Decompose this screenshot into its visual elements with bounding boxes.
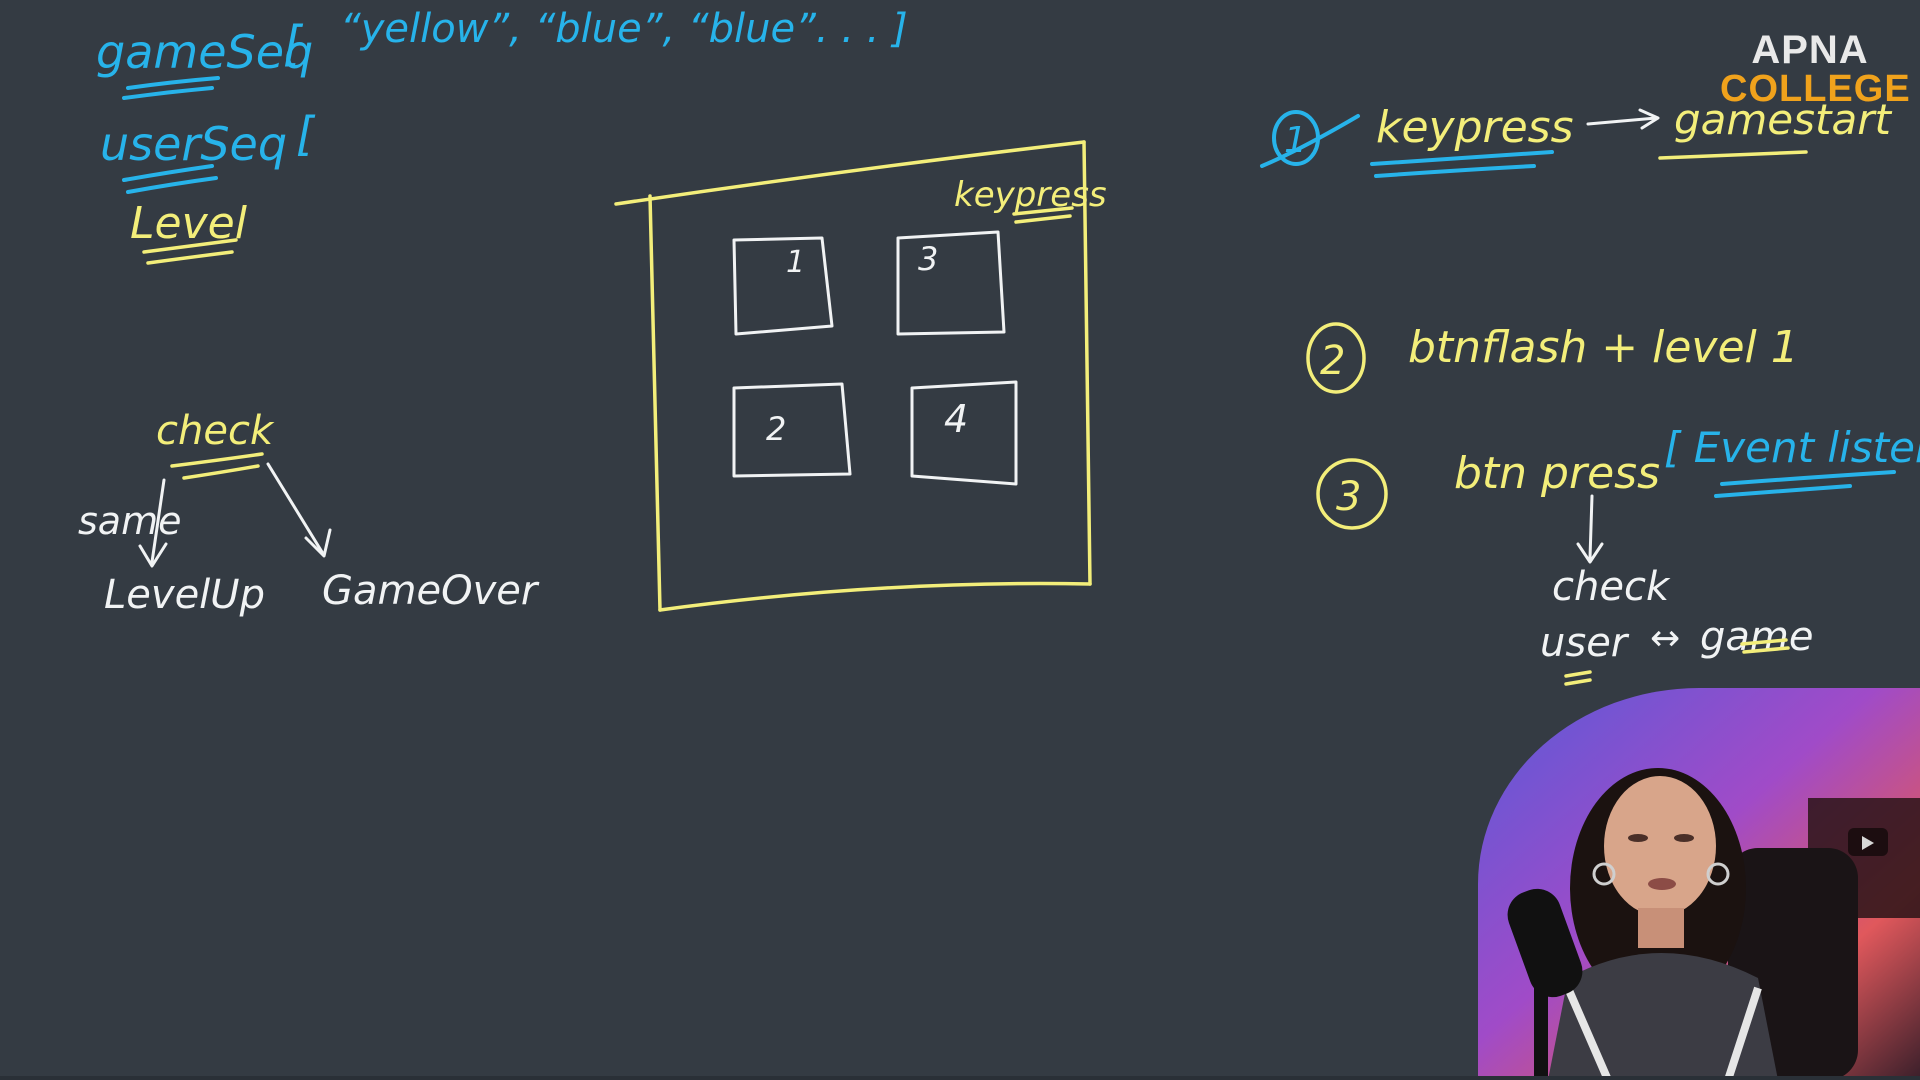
step2-number: 2: [1320, 338, 1345, 384]
game-button-1-label: 1: [786, 245, 805, 280]
step3-game: game: [1700, 614, 1813, 660]
user-seq-underline-2: [126, 176, 218, 194]
game-seq-underline: [126, 76, 220, 90]
flow-gameover-label: GameOver: [322, 568, 540, 614]
game-box-keypress-underline-2: [1014, 214, 1072, 224]
flow-check-underline: [170, 452, 264, 468]
game-seq-label: gameSeq: [96, 25, 313, 79]
game-button-3-label: 3: [918, 240, 938, 278]
flow-check-label: check: [156, 408, 275, 454]
step3-text: btn press: [1454, 448, 1660, 499]
step3-event-underline-2: [1714, 484, 1852, 498]
step1-keypress: keypress: [1376, 102, 1574, 153]
flow-check-underline-2: [182, 464, 260, 480]
presenter-webcam-icon: [1478, 688, 1920, 1080]
game-button-4-label: 4: [944, 397, 968, 441]
game-button-2-label: 2: [766, 410, 786, 448]
game-box-bottom-edge: [658, 581, 1092, 612]
step2-text: btnflash + level 1: [1408, 322, 1799, 373]
step1-gamestart-underline: [1658, 150, 1808, 160]
flow-same-label: same: [78, 499, 181, 543]
game-button-3: [896, 230, 1006, 336]
logo-line-2: COLLEGE: [1720, 68, 1911, 110]
presenter-webcam: [1478, 688, 1920, 1080]
flow-levelup-label: LevelUp: [104, 572, 265, 618]
step1-arrow-line: [1586, 116, 1658, 126]
game-seq-open-bracket: [: [283, 16, 304, 72]
whiteboard-canvas: gameSeq [ “yellow”, “blue”, “blue”. . . …: [0, 0, 1920, 1080]
step3-arrow-line: [1588, 494, 1594, 560]
game-seq-items: “yellow”, “blue”, “blue”. . . ]: [340, 6, 908, 52]
step3-event-underline: [1720, 470, 1896, 486]
user-seq-label: userSeq: [100, 117, 287, 171]
video-bottom-bar: [0, 1076, 1920, 1080]
step3-bracket: [ Event listener: [1664, 423, 1920, 472]
game-seq-underline-2: [122, 86, 214, 100]
game-box-left-edge: [648, 194, 662, 612]
step3-user-underline: [1564, 670, 1592, 678]
user-seq-open-bracket: [: [296, 107, 316, 161]
game-button-1: [732, 236, 834, 336]
logo-line-1: APNA: [1751, 28, 1869, 72]
game-button-2: [732, 382, 852, 478]
step3-check: check: [1552, 564, 1671, 610]
step3-user: user: [1540, 620, 1630, 666]
step3-number: 3: [1336, 474, 1361, 520]
step3-arrow: ↔: [1650, 618, 1680, 659]
level-underline-2: [146, 250, 234, 265]
step3-user-underline-2: [1564, 678, 1592, 686]
flow-arrow-gameover-line: [266, 462, 324, 554]
step1-keypress-underline: [1370, 150, 1554, 166]
step1-keypress-underline-2: [1374, 164, 1536, 178]
apna-college-logo: APNA COLLEGE: [1720, 28, 1911, 110]
game-box-keypress: keypress: [954, 175, 1107, 215]
